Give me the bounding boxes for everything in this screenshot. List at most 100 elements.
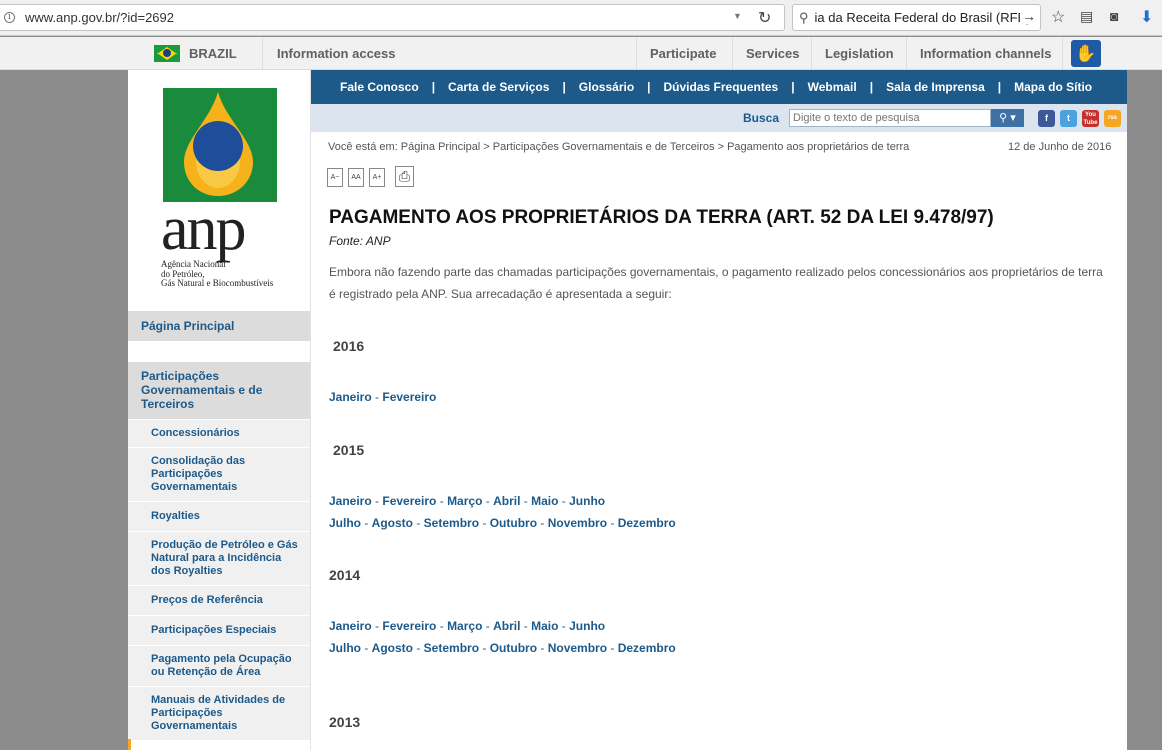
brazil-flag-icon: [154, 45, 180, 62]
brazil-link[interactable]: BRAZIL: [154, 37, 237, 70]
year-heading: 2016: [333, 338, 365, 354]
reading-list-icon[interactable]: ▤: [1080, 8, 1093, 25]
print-icon[interactable]: ⎙: [395, 166, 414, 187]
govbar-item-legislation[interactable]: Legislation: [811, 37, 906, 70]
address-bar[interactable]: i www.anp.gov.br/?id=2692 ▼ ↻: [0, 4, 785, 31]
breadcrumb[interactable]: Você está em: Página Principal > Partici…: [328, 141, 909, 153]
month-link[interactable]: Novembro: [548, 516, 607, 530]
accessibility-icon[interactable]: ✋: [1071, 40, 1101, 67]
month-link[interactable]: Janeiro: [329, 494, 372, 508]
sidebar-subitem-precos[interactable]: Preços de Referência: [128, 585, 310, 615]
browser-search-value[interactable]: ia da Receita Federal do Brasil (RFB).: [815, 10, 1035, 25]
topnav-separator: |: [562, 80, 566, 94]
page-container: anp Agência Nacional do Petróleo, Gás Na…: [128, 70, 1127, 750]
url-text[interactable]: www.anp.gov.br/?id=2692: [25, 10, 174, 25]
month-link[interactable]: Dezembro: [618, 516, 676, 530]
month-link[interactable]: Julho: [329, 516, 361, 530]
search-strip: Busca ⚲ ▾ f t You Tube rss: [311, 104, 1127, 132]
month-link[interactable]: Janeiro: [329, 390, 372, 404]
topnav-webmail[interactable]: Webmail: [808, 80, 857, 94]
reload-icon[interactable]: ↻: [758, 8, 771, 28]
anp-logo[interactable]: anp Agência Nacional do Petróleo, Gás Na…: [161, 88, 278, 288]
youtube-icon[interactable]: You Tube: [1082, 110, 1099, 127]
month-link[interactable]: Maio: [531, 619, 558, 633]
topnav-separator: |: [431, 80, 436, 94]
month-link[interactable]: Abril: [493, 619, 520, 633]
top-navigation: Fale Conosco | Carta de Serviços | Gloss…: [311, 70, 1127, 104]
topnav-carta-servicos[interactable]: Carta de Serviços: [448, 80, 549, 94]
search-button[interactable]: ⚲ ▾: [991, 109, 1024, 127]
topnav-separator: |: [647, 80, 651, 94]
sidebar-subitem-concessionarios[interactable]: Concessionários: [128, 419, 310, 447]
govbar-item-information-access[interactable]: Information access: [262, 37, 636, 70]
govbar-item-services[interactable]: Services: [732, 37, 811, 70]
logo-subtitle: Agência Nacional do Petróleo, Gás Natura…: [161, 259, 274, 288]
source-note: Fonte: ANP: [329, 234, 391, 248]
month-links-row: Julho - Agosto - Setembro - Outubro - No…: [329, 641, 676, 655]
font-reset-icon[interactable]: AA: [348, 168, 364, 187]
month-link[interactable]: Novembro: [548, 641, 607, 655]
year-heading: 2013: [329, 714, 361, 730]
twitter-icon[interactable]: t: [1060, 110, 1077, 127]
info-icon[interactable]: i: [4, 12, 15, 23]
month-link[interactable]: Outubro: [490, 641, 537, 655]
font-increase-icon[interactable]: A+: [369, 168, 385, 187]
month-link[interactable]: Abril: [493, 494, 520, 508]
arrow-right-icon[interactable]: →: [1020, 8, 1036, 24]
year-heading: 2015: [333, 442, 365, 458]
month-link[interactable]: Agosto: [372, 641, 413, 655]
sidebar-subitem-royalties[interactable]: Royalties: [128, 501, 310, 531]
page-background-right: [1127, 70, 1162, 750]
month-links-row: Janeiro - Fevereiro - Março - Abril - Ma…: [329, 619, 606, 633]
topnav-fale-conosco[interactable]: Fale Conosco: [340, 80, 419, 94]
topnav-separator: |: [997, 80, 1002, 94]
month-link[interactable]: Fevereiro: [382, 619, 436, 633]
month-link[interactable]: Dezembro: [618, 641, 676, 655]
month-link[interactable]: Agosto: [372, 516, 413, 530]
month-link[interactable]: Outubro: [490, 516, 537, 530]
star-icon[interactable]: ☆: [1051, 7, 1065, 27]
chevron-down-icon[interactable]: ▼: [733, 11, 742, 21]
facebook-icon[interactable]: f: [1038, 110, 1055, 127]
month-link[interactable]: Julho: [329, 641, 361, 655]
oil-drop-icon: [184, 92, 253, 196]
month-link[interactable]: Março: [447, 494, 482, 508]
month-link[interactable]: Junho: [569, 619, 605, 633]
topnav-duvidas[interactable]: Dúvidas Frequentes: [664, 80, 779, 94]
month-link[interactable]: Junho: [569, 494, 605, 508]
font-decrease-icon[interactable]: A−: [327, 168, 343, 187]
government-bar: BRAZIL Information access Participate Se…: [0, 37, 1162, 70]
pocket-icon[interactable]: ◙: [1110, 8, 1118, 24]
month-link[interactable]: Maio: [531, 494, 558, 508]
topnav-glossario[interactable]: Glossário: [579, 80, 634, 94]
month-links-row: Julho - Agosto - Setembro - Outubro - No…: [329, 516, 676, 530]
govbar-item-information-channels[interactable]: Information channels: [906, 37, 1063, 70]
topnav-sala-imprensa[interactable]: Sala de Imprensa: [886, 80, 985, 94]
sidebar-item-participacoes[interactable]: Participações Governamentais e de Tercei…: [128, 361, 310, 419]
month-link[interactable]: Fevereiro: [382, 390, 436, 404]
month-link[interactable]: Fevereiro: [382, 494, 436, 508]
month-link[interactable]: Março: [447, 619, 482, 633]
page-date: 12 de Junho de 2016: [1008, 141, 1112, 153]
topnav-separator: |: [791, 80, 795, 94]
month-link[interactable]: Setembro: [424, 641, 479, 655]
sidebar-subitem-producao[interactable]: Produção de Petróleo e Gás Natural para …: [128, 531, 310, 585]
govbar-item-participate[interactable]: Participate: [636, 37, 732, 70]
year-heading: 2014: [329, 567, 361, 583]
country-label: BRAZIL: [189, 46, 237, 61]
sidebar-subitem-consolidacao[interactable]: Consolidação das Participações Govername…: [128, 447, 310, 501]
search-input[interactable]: [789, 109, 991, 127]
intro-paragraph: Embora não fazendo parte das chamadas pa…: [329, 265, 1103, 301]
download-icon[interactable]: ⬇: [1140, 7, 1153, 27]
logo-wordmark: anp: [161, 195, 247, 263]
month-link[interactable]: Setembro: [424, 516, 479, 530]
sidebar-subitem-pagamento-ocupacao[interactable]: Pagamento pela Ocupação ou Retenção de Á…: [128, 645, 310, 686]
sidebar-item-pagina-principal[interactable]: Página Principal: [128, 310, 310, 341]
topnav-mapa-sitio[interactable]: Mapa do Sítio: [1014, 80, 1092, 94]
active-item-marker: [128, 739, 131, 750]
sidebar-subitem-manuais[interactable]: Manuais de Atividades de Participações G…: [128, 686, 310, 740]
browser-search-box[interactable]: ⚲ ia da Receita Federal do Brasil (RFB).…: [792, 4, 1041, 31]
month-link[interactable]: Janeiro: [329, 619, 372, 633]
sidebar-subitem-participacoes-especiais[interactable]: Participações Especiais: [128, 615, 310, 645]
rss-icon[interactable]: rss: [1104, 110, 1121, 127]
